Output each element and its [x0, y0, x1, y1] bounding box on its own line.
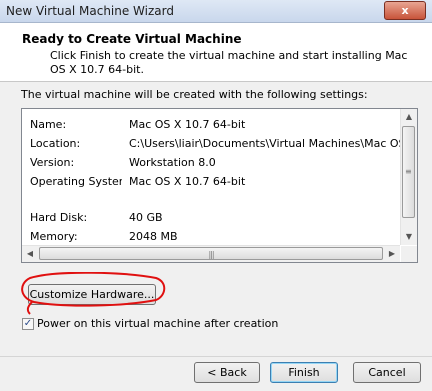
setting-key: Operating System: — [30, 175, 122, 188]
scroll-up-arrow-icon[interactable]: ▲ — [401, 109, 417, 125]
settings-list[interactable]: Name: Mac OS X 10.7 64-bit Location: C:\… — [21, 108, 418, 263]
vertical-scrollbar[interactable]: ▲ ≡ ▼ — [400, 109, 417, 245]
scroll-left-arrow-icon[interactable]: ◀ — [22, 246, 38, 262]
setting-value: Mac OS X 10.7 64-bit — [129, 118, 246, 131]
setting-value: 40 GB — [129, 211, 163, 224]
red-circle-annotation — [21, 272, 166, 315]
settings-rows: Name: Mac OS X 10.7 64-bit Location: C:\… — [22, 109, 400, 245]
setting-value: C:\Users\liair\Documents\Virtual Machine… — [129, 137, 400, 150]
setting-key: Version: — [30, 156, 75, 169]
scroll-down-arrow-icon[interactable]: ▼ — [401, 229, 417, 245]
settings-intro-text: The virtual machine will be created with… — [21, 88, 368, 101]
close-button[interactable]: x — [384, 1, 426, 20]
footer-divider — [0, 356, 432, 357]
setting-key: Hard Disk: — [30, 211, 88, 224]
setting-key: Location: — [30, 137, 81, 150]
horizontal-scroll-thumb[interactable]: ||| — [39, 247, 383, 260]
setting-key: Memory: — [30, 230, 78, 243]
setting-value: 2048 MB — [129, 230, 178, 243]
scroll-corner — [401, 246, 417, 262]
grip-icon: ≡ — [405, 167, 412, 176]
setting-key: Name: — [30, 118, 67, 131]
vertical-scroll-thumb[interactable]: ≡ — [402, 126, 415, 218]
window-title: New Virtual Machine Wizard — [6, 4, 174, 18]
wizard-header: Ready to Create Virtual Machine Click Fi… — [0, 23, 432, 82]
power-on-checkbox[interactable]: ✓ — [22, 318, 34, 330]
close-icon: x — [401, 4, 409, 17]
header-subtitle: Click Finish to create the virtual machi… — [50, 49, 408, 76]
power-on-label[interactable]: Power on this virtual machine after crea… — [37, 317, 278, 330]
title-bar: New Virtual Machine Wizard x — [0, 0, 432, 23]
horizontal-scrollbar[interactable]: ◀ ||| ▶ — [22, 245, 400, 262]
cancel-button[interactable]: Cancel — [353, 362, 421, 383]
setting-value: Mac OS X 10.7 64-bit — [129, 175, 246, 188]
grip-icon: ||| — [208, 250, 214, 259]
finish-button[interactable]: Finish — [270, 362, 338, 383]
header-title: Ready to Create Virtual Machine — [22, 32, 242, 46]
scroll-right-arrow-icon[interactable]: ▶ — [384, 246, 400, 262]
setting-value: Workstation 8.0 — [129, 156, 216, 169]
back-button[interactable]: < Back — [194, 362, 260, 383]
